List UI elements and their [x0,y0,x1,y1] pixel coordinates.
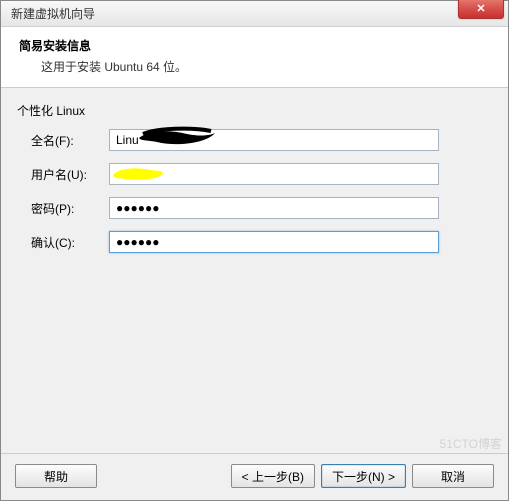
field-username: 用户名(U): [17,163,492,185]
button-bar: 帮助 < 上一步(B) 下一步(N) > 取消 [1,453,508,500]
label-username: 用户名(U): [17,166,109,183]
field-fullname: 全名(F): [17,129,492,151]
field-password: 密码(P): [17,197,492,219]
close-icon: ✕ [476,2,485,15]
titlebar: 新建虚拟机向导 ✕ [1,1,508,27]
cancel-button[interactable]: 取消 [412,464,494,488]
section-title: 个性化 Linux [17,102,492,119]
label-password: 密码(P): [17,200,109,217]
input-password[interactable] [109,197,439,219]
content-pane: 个性化 Linux 全名(F): 用户名(U): 密码(P): [1,88,508,453]
input-fullname[interactable] [109,129,439,151]
help-button[interactable]: 帮助 [15,464,97,488]
input-confirm[interactable] [109,231,439,253]
close-button[interactable]: ✕ [458,0,504,19]
window-title: 新建虚拟机向导 [11,5,95,22]
label-fullname: 全名(F): [17,132,109,149]
back-button[interactable]: < 上一步(B) [231,464,315,488]
header-subtitle: 这用于安装 Ubuntu 64 位。 [19,58,490,75]
wizard-dialog: 新建虚拟机向导 ✕ 简易安装信息 这用于安装 Ubuntu 64 位。 个性化 … [0,0,509,501]
next-button[interactable]: 下一步(N) > [321,464,406,488]
label-confirm: 确认(C): [17,234,109,251]
input-username[interactable] [109,163,439,185]
header-pane: 简易安装信息 这用于安装 Ubuntu 64 位。 [1,27,508,88]
field-confirm: 确认(C): [17,231,492,253]
header-title: 简易安装信息 [19,37,490,54]
